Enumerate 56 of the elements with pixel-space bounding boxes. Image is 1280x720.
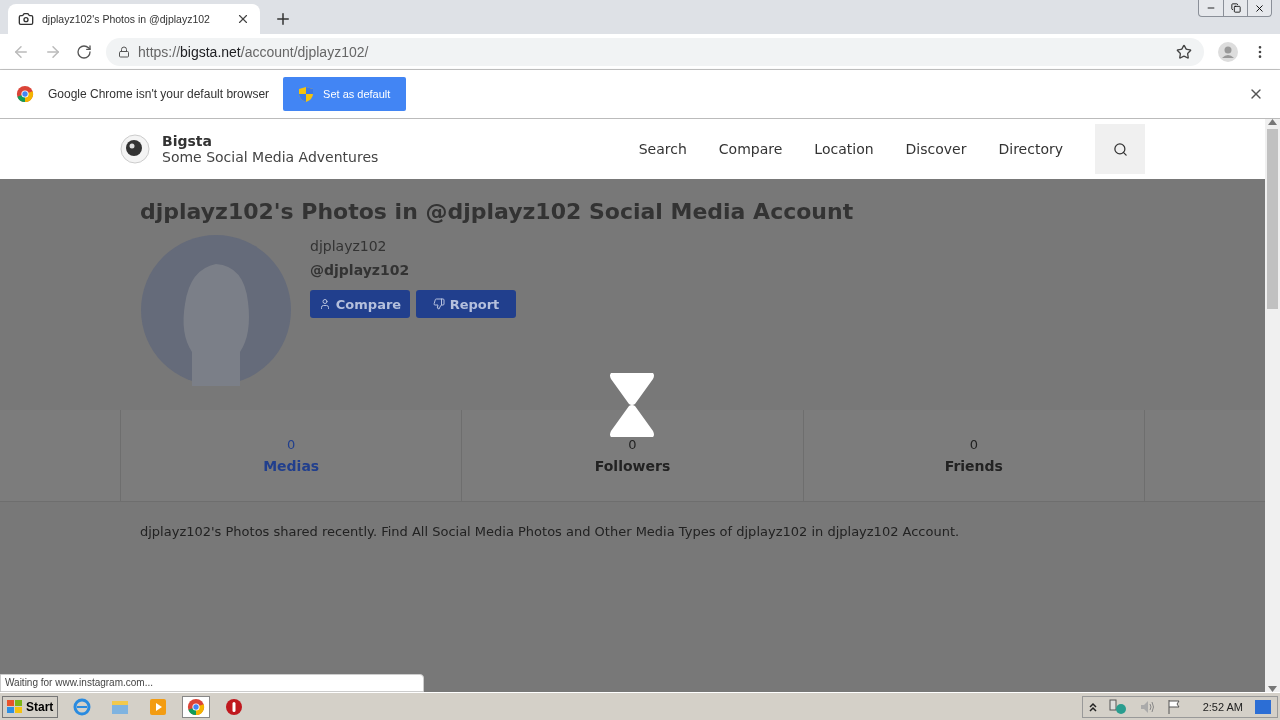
media-player-icon[interactable] — [149, 697, 168, 716]
chrome-logo-icon — [16, 85, 34, 103]
person-icon — [318, 298, 331, 310]
thumbs-down-icon — [432, 298, 445, 310]
search-icon — [1112, 141, 1128, 157]
infobar-message: Google Chrome isn't your default browser — [48, 87, 270, 101]
shield-icon — [299, 86, 314, 102]
chevron-up-icon[interactable] — [1088, 701, 1097, 712]
stat-label: Medias — [263, 458, 320, 474]
search-button[interactable] — [1095, 124, 1145, 174]
network-icon[interactable] — [1108, 698, 1127, 715]
nav-link[interactable]: Directory — [998, 141, 1063, 157]
stat-tab[interactable]: 0 Friends — [802, 410, 1145, 501]
scroll-up-icon[interactable] — [1268, 119, 1277, 125]
lock-icon — [118, 45, 130, 58]
tagline: Some Social Media Adventures — [162, 149, 380, 165]
url-text: https://bigsta.net/account/djplayz102/ — [138, 43, 369, 60]
clock: 2:52 AM — [1202, 700, 1243, 713]
new-tab-icon[interactable] — [274, 10, 292, 28]
nav-link[interactable]: Compare — [718, 141, 783, 157]
description: djplayz102's Photos shared recently. Find All Social Media Photos and Other Media Types of djplayz102 in djplayz102 Account. — [140, 524, 961, 539]
star-icon[interactable] — [1176, 43, 1192, 60]
browser-e-icon[interactable] — [73, 697, 92, 716]
scrollbar-thumb[interactable] — [1267, 129, 1278, 309]
nav-link[interactable]: Location — [814, 141, 874, 157]
windows-logo-icon — [7, 699, 23, 714]
compare-button[interactable]: Compare — [310, 290, 410, 318]
nav-link[interactable]: Search — [638, 141, 687, 157]
stat-count: 0 — [969, 437, 978, 452]
reload-icon[interactable] — [76, 43, 92, 60]
stop-icon[interactable] — [225, 697, 244, 716]
display-name: djplayz102 — [310, 238, 388, 254]
start-button[interactable]: Start — [2, 695, 59, 718]
username: @djplayz102 — [310, 262, 411, 278]
stat-count: 0 — [287, 437, 296, 452]
stat-count: 0 — [628, 437, 637, 452]
report-button[interactable]: Report — [416, 290, 516, 318]
close-icon[interactable] — [236, 12, 250, 26]
page-title: djplayz102's Photos in @djplayz102 Social Media Account — [140, 199, 855, 224]
logo-icon — [120, 134, 150, 164]
nav-link[interactable]: Discover — [905, 141, 967, 157]
address-bar[interactable]: https://bigsta.net/account/djplayz102/ — [106, 37, 1204, 66]
tab-title: djplayz102's Photos in @djplayz102 — [42, 13, 211, 25]
profile-icon[interactable] — [1218, 41, 1238, 62]
browser-tab[interactable]: djplayz102's Photos in @djplayz102 — [8, 4, 260, 34]
desktop-icon[interactable] — [1255, 699, 1271, 714]
flag-icon[interactable] — [1166, 698, 1181, 715]
stat-label: Followers — [594, 458, 671, 474]
set-default-button[interactable]: Set as default — [283, 77, 407, 111]
scrollbar[interactable] — [1265, 119, 1280, 692]
status-text: Waiting for www.instagram.com... — [0, 674, 424, 692]
stat-label: Friends — [944, 458, 1003, 474]
close-icon[interactable] — [1254, 2, 1265, 14]
camera-icon — [18, 11, 34, 27]
restore-icon[interactable] — [1230, 3, 1241, 13]
brand-name: Bigsta — [162, 133, 213, 149]
